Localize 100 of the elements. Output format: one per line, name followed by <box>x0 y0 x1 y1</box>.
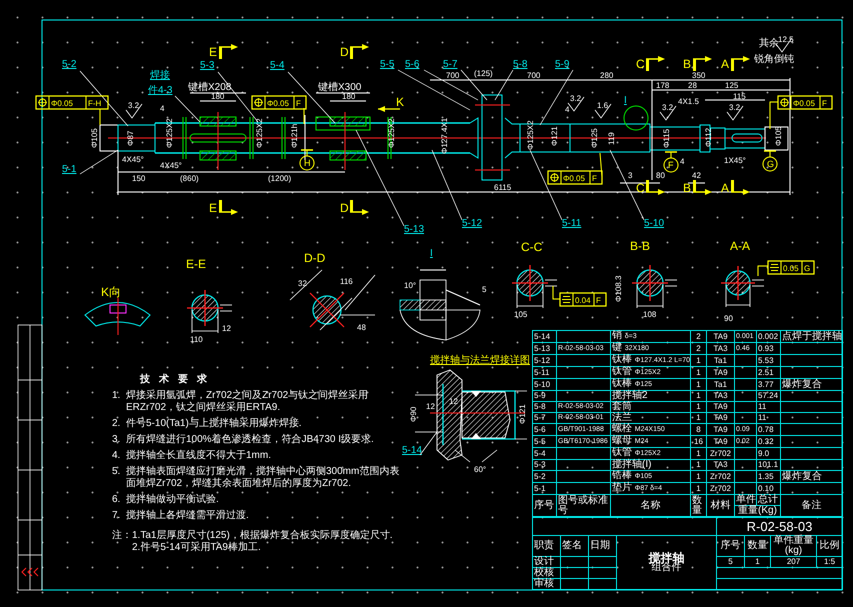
dimension-text: 10° <box>404 281 416 290</box>
table-cell: 1 <box>696 448 701 458</box>
roughness-value: 3.2 <box>570 94 582 103</box>
roughness-value: 3.2 <box>729 103 740 112</box>
section-arrow-icon <box>378 106 400 112</box>
dimension-text: 48 <box>357 323 366 332</box>
datum-reference: F-H <box>88 99 102 108</box>
table-cell: 5-8 <box>534 402 546 411</box>
dimension-text: Φ108.3 <box>614 276 623 302</box>
dimension-text: 1X45° <box>724 156 746 165</box>
table-cell: 0.78 <box>758 424 774 434</box>
table-cell: 1 <box>696 368 701 376</box>
dimension-text: Φ125X2 <box>255 118 264 148</box>
dimension-text: 90 <box>724 314 733 323</box>
table-cell: 2.51 <box>758 368 774 376</box>
table-cell: 16 <box>694 436 703 446</box>
dimension-text: 4X45° <box>160 161 182 170</box>
symmetry-symbol-icon <box>770 264 780 271</box>
leader-line <box>758 266 768 276</box>
table-cell: 1:5 <box>824 557 836 566</box>
dimension-text: 178 <box>656 81 670 90</box>
part-number-label: 5-11 <box>562 218 582 229</box>
section-label: K <box>396 95 404 109</box>
table-cell: 签名 <box>562 540 582 551</box>
part-number-label: 焊接 <box>150 70 170 81</box>
table-cell: 序号 <box>720 540 740 551</box>
drawing-title: 搅拌轴 <box>648 552 684 562</box>
dimension-text: 5 <box>482 285 486 294</box>
section-arrow-icon <box>693 56 712 71</box>
dimension-text: 125 <box>725 81 738 90</box>
table-cell: 5-14 <box>534 332 550 340</box>
table-cell: 1.35 <box>758 472 774 480</box>
dimension-text: 4 <box>160 104 164 113</box>
dimension-text: Φ121 <box>550 126 559 146</box>
drawing-note: 锐角倒钝 <box>754 54 794 65</box>
part-number-label: 5-9 <box>555 59 570 70</box>
drawing-note: 键槽X208 <box>188 82 232 93</box>
requirement-text: 搅拌轴表面焊缝应打磨光滑，搅拌轴中心两侧300mm范围内表面堆焊Zr702，焊缝其余表面堆焊后的厚度为Zr702. <box>126 466 400 490</box>
item-number: 1. <box>112 390 122 403</box>
item-number: 3. <box>112 434 122 446</box>
table-cell: 数量 <box>692 494 702 516</box>
roughness-value: 1.6 <box>597 101 608 110</box>
table-cell: 数量 <box>748 540 768 551</box>
leader-line <box>610 150 644 220</box>
table-cell: 钛管 <box>612 366 632 377</box>
table-cell: 5-12 <box>534 356 550 364</box>
datum-reference: F <box>296 99 301 108</box>
datum-reference: F <box>822 99 827 108</box>
dimension-text: Φ125X2 <box>387 118 396 148</box>
tolerance-frame <box>547 170 603 185</box>
table-cell: 3.77 <box>758 380 774 388</box>
cross-section-outline <box>632 265 678 308</box>
part-number-label: 5-1 <box>62 164 76 175</box>
leader-line <box>770 102 778 130</box>
table-cell: TA9 <box>713 402 728 411</box>
dimension-text: 4X45° <box>122 155 144 164</box>
section-label: C <box>636 57 645 71</box>
datum-letter: F <box>668 160 674 170</box>
table-cell: 锆棒 <box>612 470 632 481</box>
table-cell: 套筒 <box>612 401 632 412</box>
table-cell: TA9 <box>713 332 728 340</box>
cross-section-outline <box>187 290 232 334</box>
dimension-text: 12 <box>426 402 435 411</box>
section-arrow-icon <box>646 56 665 71</box>
table-cell: 2 <box>696 344 701 352</box>
table-cell: 5-6 <box>534 424 546 434</box>
datum-symbol-icon <box>664 151 678 172</box>
table-cell: 日期 <box>590 540 610 551</box>
table-cell: 螺母 <box>612 435 632 446</box>
table-cell: 设计 <box>534 556 554 567</box>
tolerance-frame <box>251 95 307 110</box>
table-cell: 键 <box>612 342 622 353</box>
section-label: D <box>340 45 349 59</box>
table-cell: TA9 <box>713 368 728 376</box>
part-number-label: 5-2 <box>62 59 76 70</box>
section-label: C <box>636 181 645 195</box>
position-symbol-icon <box>550 172 560 182</box>
table-cell: 重量(Kg) <box>738 505 777 516</box>
dimension-text: 4 <box>680 157 684 166</box>
view-title: D-D <box>304 251 326 265</box>
leader-line <box>494 70 514 100</box>
part-number-label: 5-8 <box>513 59 528 70</box>
dimension-text: 180 <box>211 92 224 101</box>
table-cell: Zr702 <box>710 472 731 480</box>
table-cell: 11 <box>758 402 766 411</box>
part-number-label: 5-14 <box>402 445 422 456</box>
cross-section-outline <box>512 265 558 308</box>
dimension-text: 28 <box>688 81 697 90</box>
tolerance-value: 0.04 <box>575 296 591 305</box>
dimension-text: 115 <box>733 92 746 101</box>
item-number: 7. <box>112 510 122 522</box>
section-label: B <box>683 57 692 71</box>
table-cell: 1 <box>696 484 701 492</box>
part-number-label: 件4-3 <box>148 85 172 96</box>
leader-line <box>552 286 560 300</box>
requirements-title: 技术要求 <box>140 374 216 386</box>
table-cell: 5-4 <box>534 448 546 458</box>
item-number: 6. <box>112 494 122 506</box>
dimension-text: 6115 <box>494 183 512 192</box>
requirement-text: 焊接采用氩弧焊，Zr702之间及Zr702与钛之间焊丝采用ERZr702，钛之间焊丝采用ERTA9. <box>126 390 370 414</box>
